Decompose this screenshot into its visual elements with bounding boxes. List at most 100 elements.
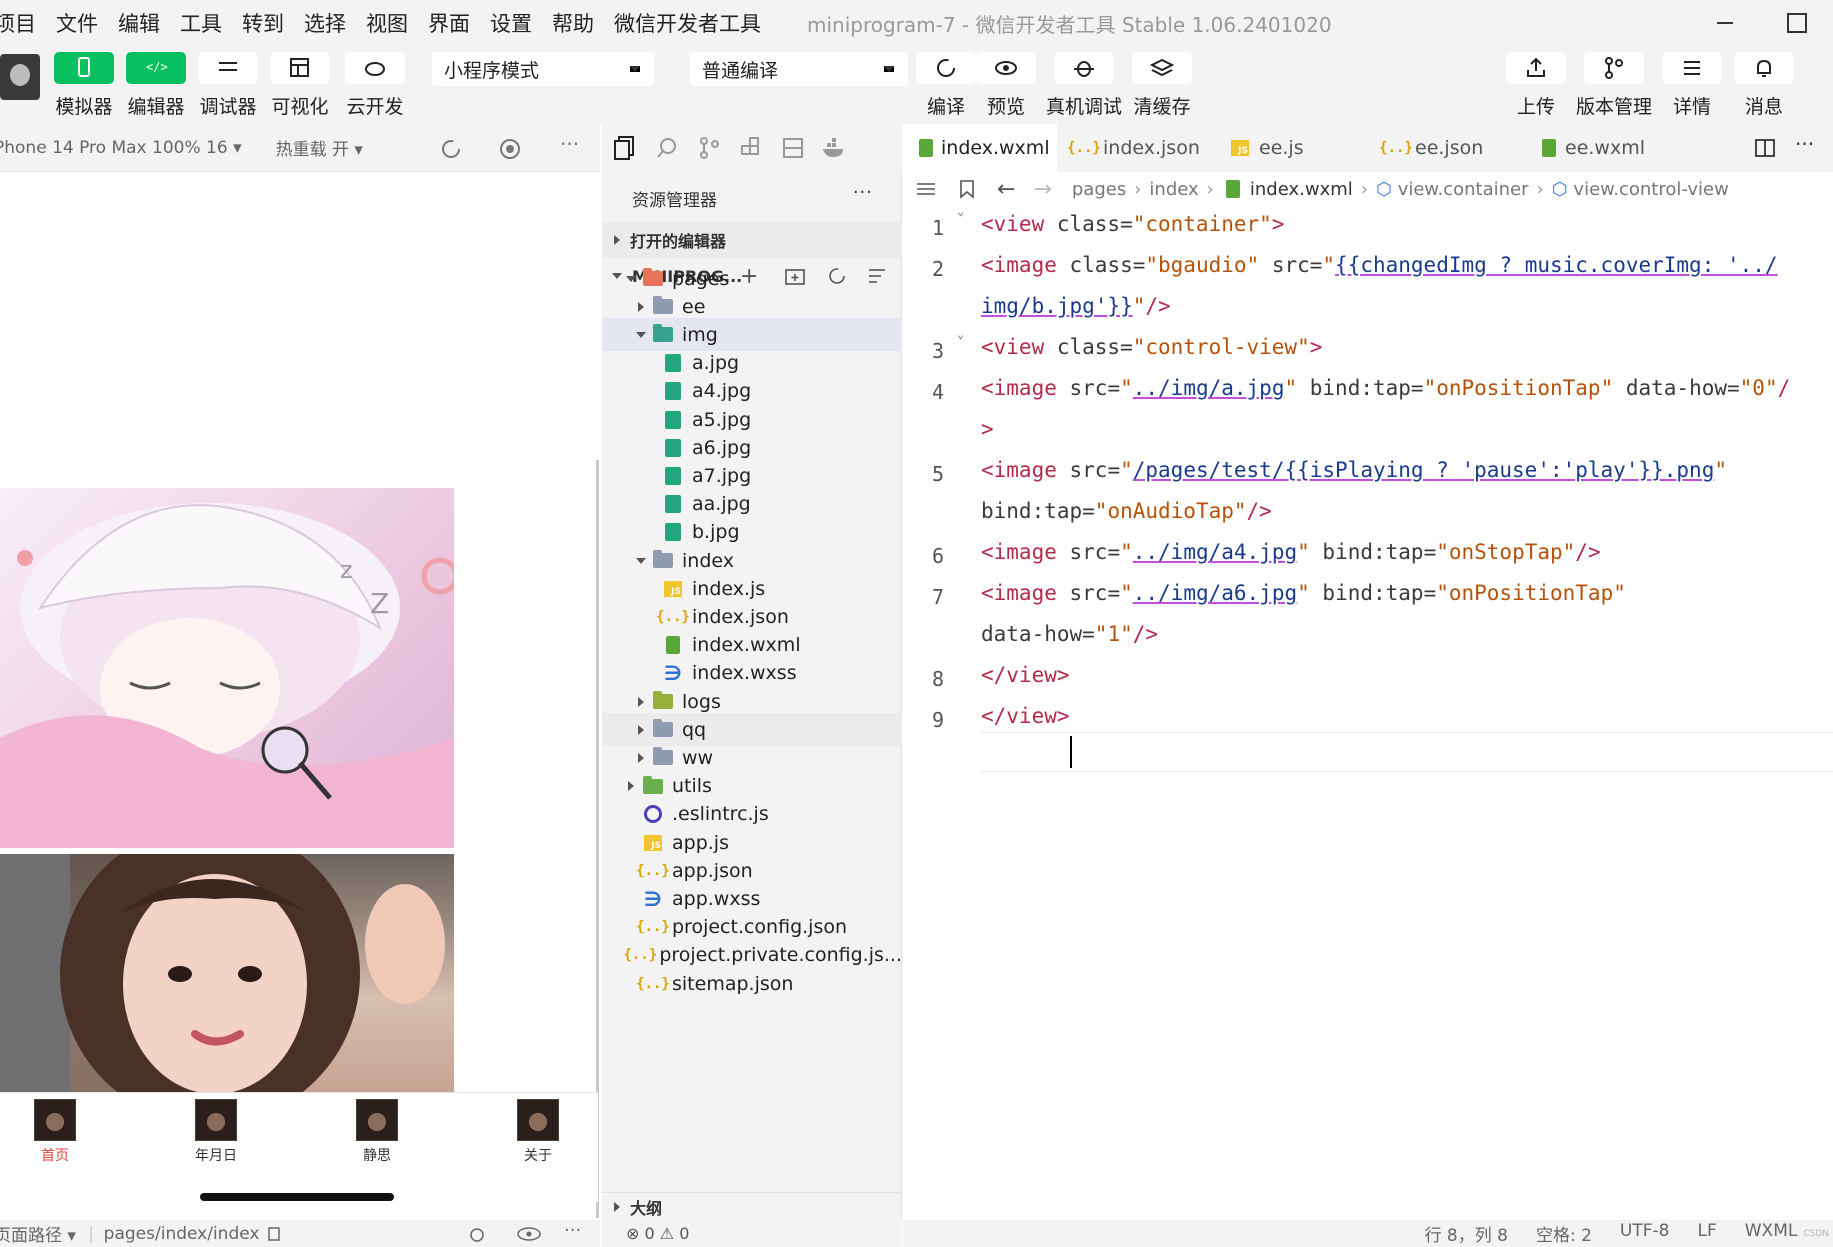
maximize-button[interactable] [1761,0,1833,46]
toolbar-bell-button[interactable] [1734,52,1794,84]
editor-tab[interactable]: index.wxml× [903,124,1057,172]
editor-tab[interactable]: ee.wxml [1525,124,1645,172]
compile-select[interactable]: 普通编译 [690,52,908,86]
toolbar-code-button[interactable]: </> [126,52,186,84]
menu-item[interactable]: 设置 [490,8,532,38]
avatar[interactable] [0,54,40,100]
tabbar-item[interactable]: 关于 [498,1099,578,1165]
open-editors-section[interactable]: 打开的编辑器 [602,222,902,258]
toolbar-layers-button[interactable] [1132,52,1192,84]
layout-icon[interactable] [774,133,812,163]
code-line: img/b.jpg'}}"/> [981,294,1171,318]
image-file-icon [662,494,684,514]
status-item[interactable]: 空格: 2 [1536,1221,1592,1246]
folder-icon [642,268,664,289]
toolbar-branch-button[interactable] [1584,52,1644,84]
layout-icon [290,58,309,77]
more-icon[interactable]: ··· [1795,132,1814,156]
copy-icon[interactable] [267,1226,283,1242]
status-item[interactable]: LF [1697,1221,1716,1246]
fold-chevron-icon[interactable]: ⌄ [957,204,971,218]
tabbar-item[interactable]: 静思 [337,1099,417,1165]
toolbar-phone-button[interactable] [54,52,114,84]
toolbar-debug-button[interactable] [198,52,258,84]
more-icon[interactable]: ··· [564,1220,581,1241]
breadcrumb-item[interactable]: view.container [1398,179,1529,200]
files-icon[interactable] [606,133,644,163]
editor-tab[interactable]: {..} ee.json [1369,124,1525,172]
menu-item[interactable]: 界面 [428,8,470,38]
breadcrumb-item[interactable]: index [1149,179,1198,200]
status-item[interactable]: 行 8，列 8 [1425,1221,1508,1246]
menu-item[interactable]: 选择 [304,8,346,38]
source-control-icon[interactable] [690,133,728,163]
minimize-button[interactable] [1689,0,1761,46]
menu-item[interactable]: 项目 [0,8,36,38]
open-editors-label: 打开的编辑器 [630,232,727,251]
device-select[interactable]: Phone 14 Pro Max 100% 16 ▾ [0,138,242,158]
line-number: 3 [931,339,945,363]
menu-item[interactable]: 文件 [56,8,98,38]
chevron-down-icon [636,557,646,564]
tree-file[interactable]: {..} sitemap.json [602,967,902,1000]
code-token: data-how= [1625,376,1740,400]
fold-chevron-icon[interactable]: ⌄ [957,327,971,341]
menu-item[interactable]: 帮助 [552,8,594,38]
menu-item[interactable]: 微信开发者工具 [614,8,761,38]
status-item[interactable]: UTF-8 [1620,1221,1670,1246]
tabbar-item[interactable]: 年月日 [176,1099,256,1165]
more-icon[interactable]: ··· [560,132,579,156]
extensions-icon[interactable] [732,133,770,163]
code-editor[interactable]: 1 ⌄ <view class="container"> 2 <image class=… [903,204,1833,1220]
eye-icon [995,61,1017,75]
stop-icon[interactable] [499,138,521,160]
anime-cover-image[interactable]: z Z [0,488,454,848]
toolbar-bug-button[interactable] [1054,52,1114,84]
breadcrumb-item[interactable]: pages [1072,179,1126,200]
toolbar-refresh-button[interactable] [916,52,976,84]
list-icon[interactable] [915,181,937,197]
eye-icon[interactable] [516,1225,542,1243]
breadcrumb-item[interactable]: view.control-view [1573,179,1728,200]
editor-tab[interactable]: {..} index.json [1057,124,1213,172]
forward-icon[interactable]: → [1033,177,1051,202]
tabbar-item[interactable]: 首页 [15,1099,95,1165]
tab-image-icon [195,1099,237,1141]
more-icon[interactable]: ··· [853,182,873,203]
split-editor-icon[interactable] [1754,138,1776,158]
tree-label: a5.jpg [692,408,752,431]
page-path-label[interactable]: 页面路径 ▾ [0,1221,76,1246]
toolbar-eye-button[interactable] [976,52,1036,84]
code-token: " [1297,581,1323,605]
toolbar-cloud-button[interactable] [345,52,405,84]
toolbar-upload-button[interactable] [1506,52,1566,84]
chevron-right-icon: › [1134,178,1142,200]
portrait-image[interactable] [0,854,454,1092]
code-token: bind:tap= [1322,581,1437,605]
rotate-icon[interactable] [440,138,462,160]
menu-item[interactable]: 工具 [180,8,222,38]
search-icon[interactable] [648,133,686,163]
code-token: src= [1069,581,1121,605]
menu-item[interactable]: 视图 [366,8,408,38]
status-item[interactable]: WXML [1745,1221,1798,1246]
menu-item[interactable]: 编辑 [118,8,160,38]
phone-icon [78,57,90,77]
toolbar-menu-button[interactable] [1662,52,1722,84]
toolbar-layout-button[interactable] [270,52,330,84]
docker-icon[interactable] [816,133,854,163]
editor-tab[interactable]: JS ee.js [1213,124,1369,172]
window-controls [1689,0,1833,46]
outline-section[interactable]: 大纲 [602,1192,902,1220]
bookmark-icon[interactable] [959,179,975,199]
problems-status[interactable]: ⊗ 0 ⚠ 0 [602,1220,902,1247]
hot-reload-toggle[interactable]: 热重载 开 ▾ [276,135,363,160]
bug-icon[interactable] [466,1225,488,1243]
chevron-right-icon [628,781,634,792]
back-icon[interactable]: ← [997,177,1015,202]
chevron-right-icon [638,696,644,707]
breadcrumb-item[interactable]: index.wxml [1250,179,1353,200]
tree-label: project.private.config.js... [659,944,902,967]
mode-select[interactable]: 小程序模式 [432,52,654,86]
menu-item[interactable]: 转到 [242,8,284,38]
